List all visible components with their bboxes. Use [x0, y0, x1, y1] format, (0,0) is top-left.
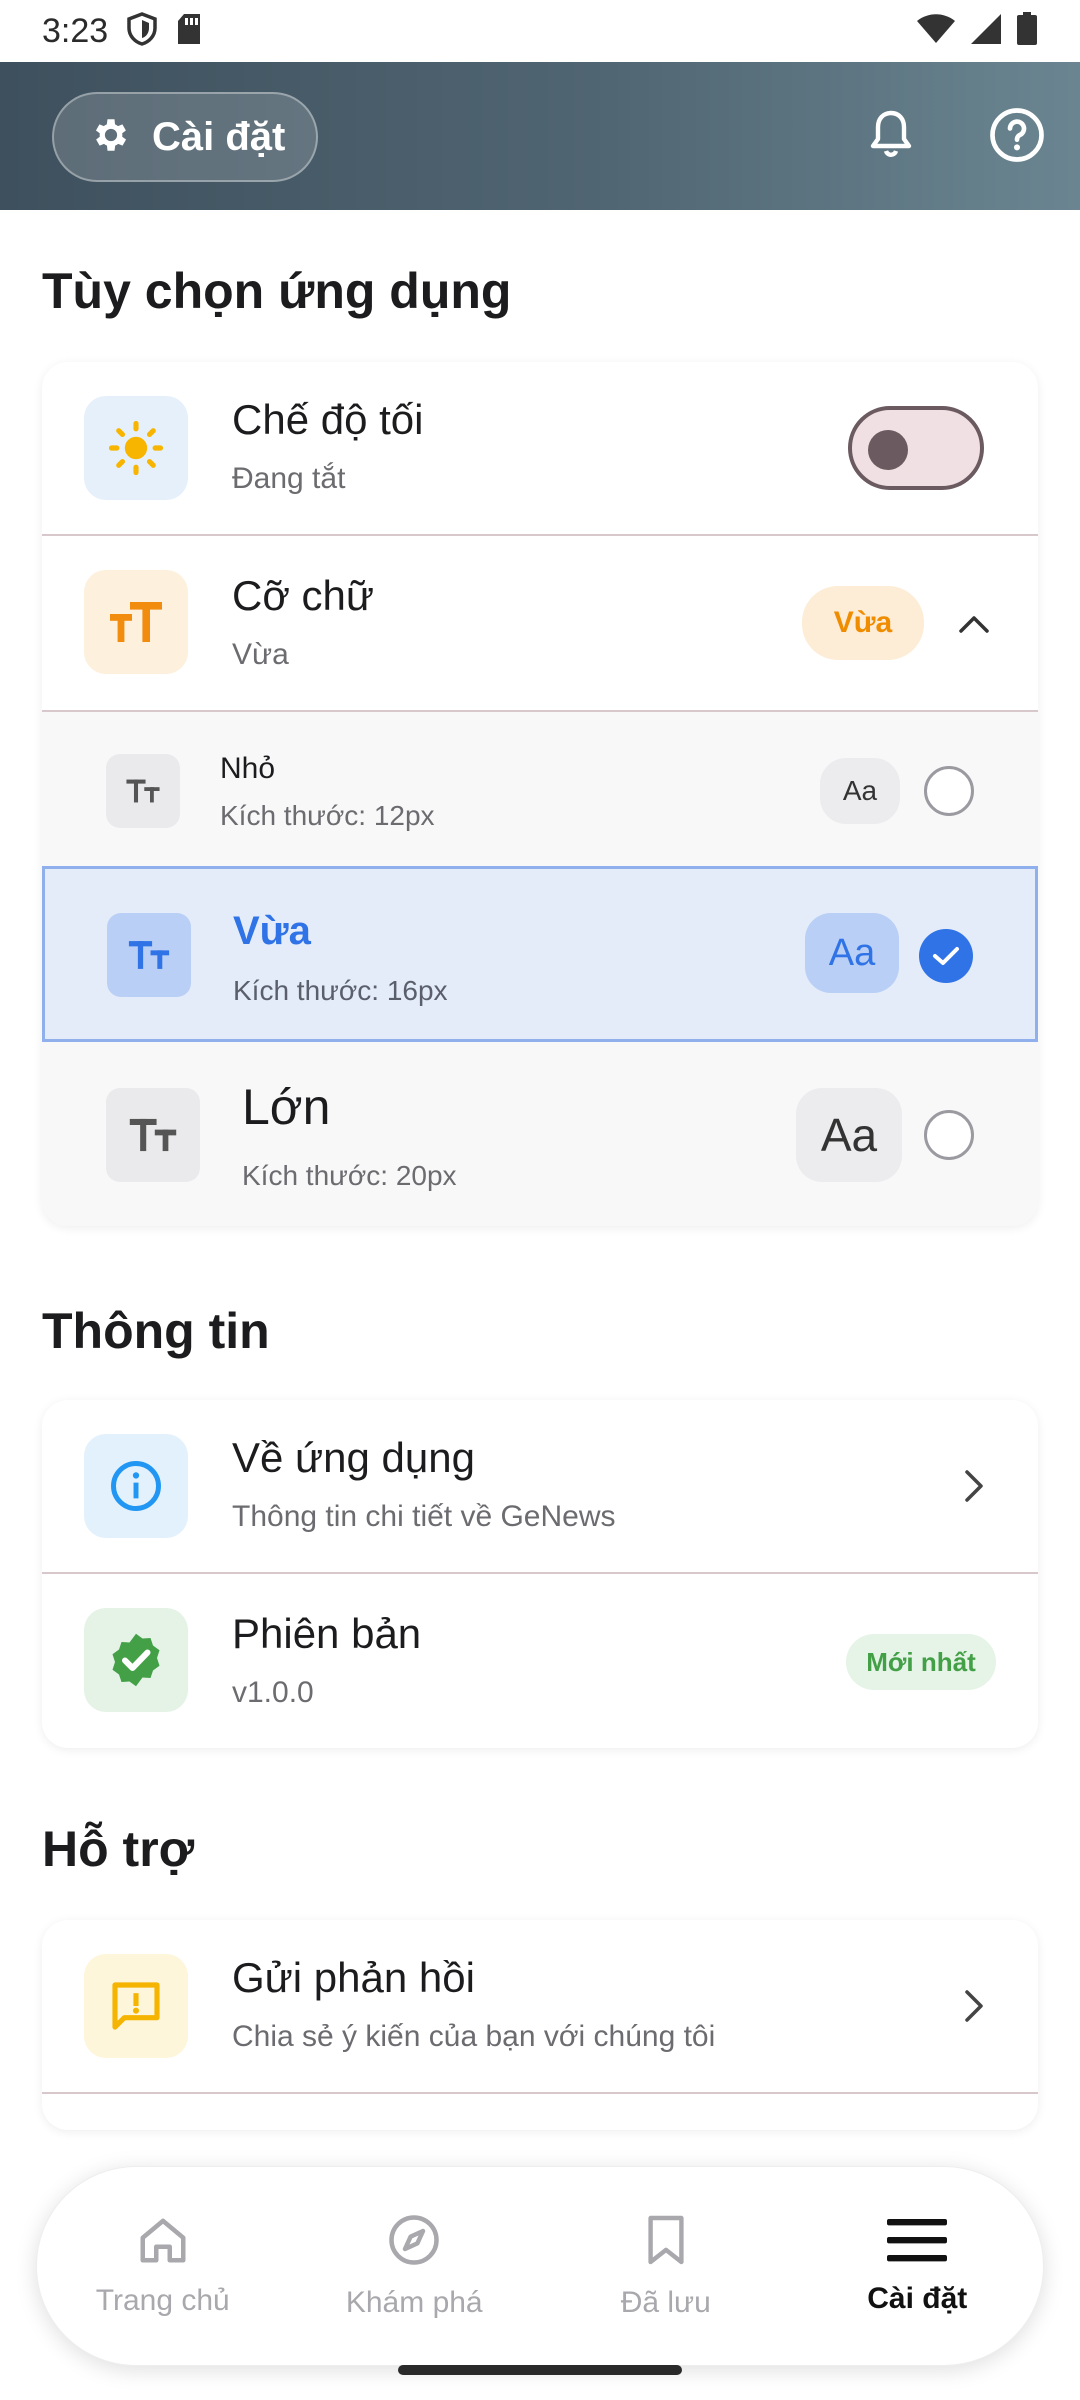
font-preview: Aa [796, 1088, 902, 1182]
latest-badge: Mới nhất [846, 1634, 996, 1690]
radio-button-checked[interactable] [919, 929, 973, 983]
font-option-large[interactable]: Lớn Kích thước: 20px Aa [42, 1042, 1038, 1226]
toggle-knob [868, 430, 908, 470]
app-header: Cài đặt [0, 62, 1080, 210]
settings-chip-label: Cài đặt [152, 114, 286, 159]
feedback-row[interactable]: Gửi phản hồi Chia sẻ ý kiến của bạn với … [42, 1920, 1038, 2092]
app-options-card: Chế độ tối Đang tắt Cỡ chữ Vừa Vừa Nhỏ K… [42, 362, 1038, 1226]
help-button[interactable] [978, 98, 1056, 176]
feedback-icon [84, 1954, 188, 2058]
info-card: Về ứng dụng Thông tin chi tiết về GeNews… [42, 1400, 1038, 1748]
version-number: v1.0.0 [232, 1676, 314, 1709]
sd-card-icon [176, 13, 202, 50]
signal-icon [970, 13, 1002, 50]
nav-item-explore[interactable]: Khám phá [289, 2167, 541, 2365]
section-title-support: Hỗ trợ [42, 1821, 195, 1877]
font-option-label: Vừa [233, 909, 311, 953]
text-size-icon [84, 570, 188, 674]
font-option-size: Kích thước: 16px [233, 975, 448, 1006]
about-row[interactable]: Về ứng dụng Thông tin chi tiết về GeNews [42, 1400, 1038, 1572]
radio-button[interactable] [924, 766, 974, 816]
sun-icon [84, 396, 188, 500]
font-option-small[interactable]: Nhỏ Kích thước: 12px Aa [42, 712, 1038, 870]
nav-label: Đã lưu [620, 2285, 711, 2319]
gear-icon [90, 114, 132, 161]
nav-label: Trang chủ [95, 2283, 230, 2317]
about-subtitle: Thông tin chi tiết về GeNews [232, 1500, 616, 1533]
text-size-icon [106, 1088, 200, 1182]
font-size-current: Vừa [232, 638, 289, 671]
font-option-size: Kích thước: 20px [242, 1160, 457, 1191]
font-size-badge: Vừa [802, 586, 924, 660]
text-size-icon [106, 754, 180, 828]
bottom-navigation: Trang chủ Khám phá Đã lưu Cài đặt [36, 2166, 1044, 2366]
font-size-title: Cỡ chữ [232, 572, 375, 619]
bookmark-icon [644, 2213, 688, 2272]
feedback-title: Gửi phản hồi [232, 1954, 475, 2001]
font-option-label: Lớn [242, 1079, 331, 1135]
font-option-label: Nhỏ [220, 752, 276, 785]
font-option-size: Kích thước: 12px [220, 800, 435, 831]
radio-button[interactable] [924, 1110, 974, 1160]
nav-label: Cài đặt [867, 2281, 968, 2315]
chevron-right-icon [954, 1466, 994, 1506]
bell-icon [867, 109, 915, 166]
font-option-medium[interactable]: Vừa Kích thước: 16px Aa [42, 866, 1038, 1042]
home-icon [136, 2215, 190, 2270]
dark-mode-toggle[interactable] [848, 406, 984, 490]
dark-mode-title: Chế độ tối [232, 396, 424, 443]
settings-chip[interactable]: Cài đặt [52, 92, 318, 182]
verified-badge-icon [84, 1608, 188, 1712]
about-title: Về ứng dụng [232, 1434, 475, 1481]
info-icon [84, 1434, 188, 1538]
nav-item-saved[interactable]: Đã lưu [540, 2167, 792, 2365]
section-title-info: Thông tin [42, 1303, 270, 1359]
dark-mode-status: Đang tắt [232, 462, 346, 495]
font-size-row[interactable]: Cỡ chữ Vừa Vừa [42, 536, 1038, 710]
font-preview: Aa [805, 913, 899, 993]
checkmark-icon [933, 947, 959, 965]
feedback-subtitle: Chia sẻ ý kiến của bạn với chúng tôi [232, 2020, 716, 2053]
notifications-button[interactable] [852, 98, 930, 176]
nav-item-home[interactable]: Trang chủ [37, 2167, 289, 2365]
shield-icon [126, 11, 158, 51]
menu-icon [887, 2217, 948, 2268]
chevron-right-icon [954, 1986, 994, 2026]
home-indicator[interactable] [398, 2365, 682, 2375]
support-card: Gửi phản hồi Chia sẻ ý kiến của bạn với … [42, 1920, 1038, 2130]
status-time: 3:23 [42, 11, 109, 50]
battery-icon [1016, 11, 1038, 51]
nav-label: Khám phá [345, 2285, 483, 2319]
divider [42, 2092, 1038, 2094]
font-preview: Aa [820, 758, 900, 824]
wifi-icon [916, 13, 956, 50]
compass-icon [387, 2213, 441, 2272]
version-title: Phiên bản [232, 1610, 422, 1657]
help-icon [989, 107, 1045, 168]
section-title-app-options: Tùy chọn ứng dụng [42, 263, 512, 319]
nav-item-settings[interactable]: Cài đặt [792, 2167, 1044, 2365]
text-size-icon [107, 913, 191, 997]
version-row: Phiên bản v1.0.0 Mới nhất [42, 1574, 1038, 1748]
dark-mode-row[interactable]: Chế độ tối Đang tắt [42, 362, 1038, 534]
status-bar: 3:23 [0, 0, 1080, 62]
chevron-up-icon[interactable] [954, 604, 994, 644]
